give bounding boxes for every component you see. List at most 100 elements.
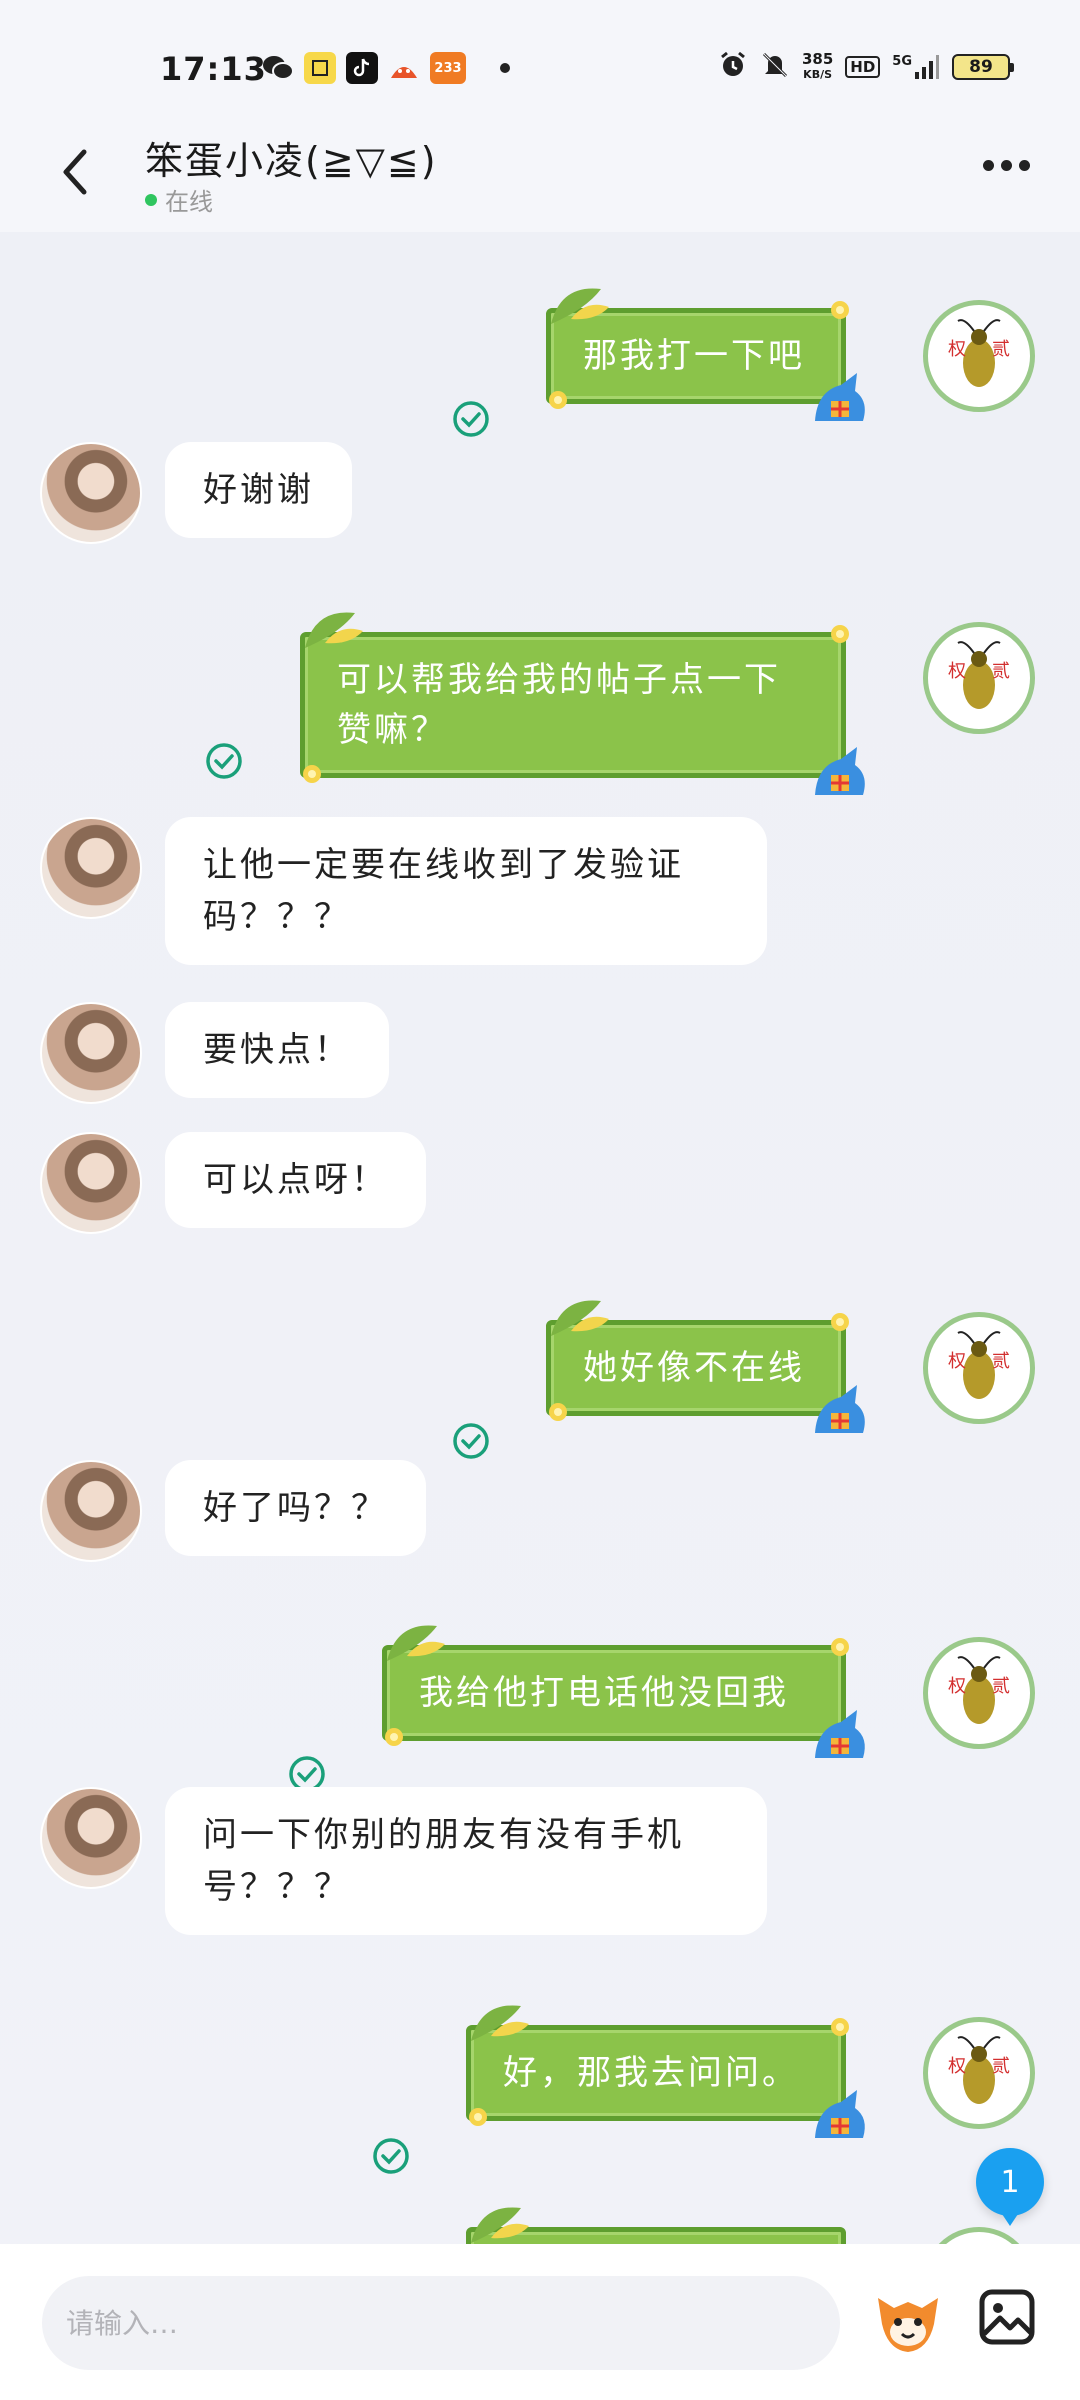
svg-text:贰: 贰 — [992, 1676, 1010, 1697]
beetle-avatar-icon: 权贰 — [948, 641, 1010, 709]
svg-text:权: 权 — [948, 339, 966, 360]
fox-emoji-icon — [878, 2298, 938, 2352]
back-button[interactable] — [50, 142, 100, 202]
message-row-outgoing: 可以帮我给我的帖子点一下赞嘛？ 权贰 — [0, 592, 1080, 795]
message-text: 她好像不在线 — [583, 1348, 805, 1388]
flower-icon — [549, 391, 567, 409]
beetle-avatar-icon: 权贰 — [948, 319, 1010, 387]
contact-avatar[interactable] — [40, 442, 142, 544]
online-dot — [145, 193, 157, 206]
network-speed: 385 KB/S — [802, 52, 833, 82]
notification-icons: 233 — [262, 52, 510, 84]
message-row-outgoing: 她好像不在线 权贰 — [0, 1272, 1080, 1459]
flower-icon — [469, 2108, 487, 2126]
my-avatar[interactable]: 权贰 — [923, 1312, 1035, 1424]
battery-indicator: 89 — [952, 54, 1014, 80]
message-row-incoming: 问一下你别的朋友有没有手机号？？？ — [0, 1787, 1080, 1947]
my-avatar[interactable]: 权贰 — [923, 622, 1035, 734]
alarm-icon — [718, 50, 748, 84]
fox-mascot-icon — [815, 1710, 865, 1758]
message-bubble-incoming[interactable]: 好了吗？？ — [165, 1460, 426, 1556]
contact-avatar[interactable] — [40, 1787, 142, 1889]
message-list[interactable]: 那我打一下吧 权贰 好谢谢 可以帮我给我的帖子点一下赞嘛？ 权贰 让他一定要在线… — [0, 232, 1080, 2244]
flower-icon — [831, 2018, 849, 2036]
message-text: 那我打一下吧 — [583, 336, 805, 376]
tiktok-icon — [346, 52, 378, 84]
message-row-outgoing: 好，那我去问问。 权贰 — [0, 1977, 1080, 2174]
message-text: 让他一定要在线收到了发验证码？？？ — [203, 845, 684, 937]
more-dot — [983, 160, 994, 171]
svg-text:贰: 贰 — [992, 1351, 1010, 1372]
svg-text:贰: 贰 — [992, 661, 1010, 682]
mute-icon — [760, 50, 790, 84]
message-bubble-outgoing-partial[interactable] — [466, 2207, 846, 2244]
read-check-icon — [453, 1423, 489, 1459]
hd-badge: HD — [845, 56, 881, 78]
chat-header: 笨蛋小凌(≧▽≦) 在线 — [0, 120, 1080, 232]
svg-text:权: 权 — [948, 661, 966, 682]
input-bar — [0, 2244, 1080, 2400]
reader-app-icon — [304, 52, 336, 84]
flower-icon — [831, 1313, 849, 1331]
contact-avatar[interactable] — [40, 1132, 142, 1234]
message-text: 可以帮我给我的帖子点一下赞嘛？ — [337, 660, 781, 750]
my-avatar[interactable]: 权贰 — [923, 1637, 1035, 1749]
message-row-incoming: 好了吗？？ — [0, 1460, 1080, 1570]
flower-icon — [831, 625, 849, 643]
message-row-incoming: 让他一定要在线收到了发验证码？？？ — [0, 817, 1080, 977]
message-bubble-incoming[interactable]: 让他一定要在线收到了发验证码？？？ — [165, 817, 767, 965]
more-dot — [1001, 160, 1012, 171]
message-bubble-incoming[interactable]: 要快点！ — [165, 1002, 389, 1098]
contact-avatar[interactable] — [40, 1002, 142, 1104]
my-avatar[interactable]: 权贰 — [923, 2017, 1035, 2129]
network-type: 5G — [892, 54, 912, 69]
message-row-outgoing: 那我打一下吧 权贰 — [0, 260, 1080, 437]
image-icon — [979, 2289, 1035, 2345]
svg-text:贰: 贰 — [992, 339, 1010, 360]
message-bubble-incoming[interactable]: 问一下你别的朋友有没有手机号？？？ — [165, 1787, 767, 1935]
status-time: 17:13 — [160, 50, 267, 88]
read-check-icon — [206, 743, 242, 779]
speed-value: 385 — [801, 50, 834, 68]
more-options-button[interactable] — [983, 160, 1030, 171]
message-row-outgoing-partial — [0, 2187, 1080, 2244]
message-bubble-incoming[interactable]: 好谢谢 — [165, 442, 352, 538]
fox-mascot-icon — [815, 2090, 865, 2138]
message-row-outgoing: 我给他打电话他没回我 权贰 — [0, 1597, 1080, 1792]
svg-text:贰: 贰 — [992, 2056, 1010, 2077]
message-bubble-outgoing[interactable]: 她好像不在线 — [546, 1300, 865, 1433]
status-bar: 17:13 233 385 KB/S HD 5G 89 — [0, 0, 1080, 120]
message-bubble-outgoing[interactable]: 那我打一下吧 — [546, 288, 865, 421]
my-avatar[interactable] — [923, 2227, 1035, 2244]
new-message-badge[interactable]: 1 — [976, 2148, 1044, 2226]
image-button[interactable] — [978, 2288, 1036, 2346]
fox-mascot-icon — [815, 1385, 865, 1433]
my-avatar[interactable]: 权贰 — [923, 300, 1035, 412]
fox-mascot-icon — [815, 747, 865, 795]
message-text: 好了吗？？ — [203, 1488, 388, 1528]
beetle-avatar-icon: 权贰 — [948, 1331, 1010, 1399]
contact-avatar[interactable] — [40, 1460, 142, 1562]
contact-avatar[interactable] — [40, 817, 142, 919]
system-icons: 385 KB/S HD 5G 89 — [718, 50, 1014, 84]
message-bubble-outgoing[interactable]: 我给他打电话他没回我 — [382, 1625, 865, 1758]
message-bubble-incoming[interactable]: 可以点呀！ — [165, 1132, 426, 1228]
flower-icon — [303, 765, 321, 783]
online-label: 在线 — [165, 188, 213, 216]
message-input[interactable] — [42, 2276, 840, 2370]
flower-icon — [385, 1728, 403, 1746]
message-text: 好谢谢 — [203, 470, 314, 510]
fox-mascot-icon — [815, 373, 865, 421]
leaf-decoration-icon — [551, 1300, 609, 1336]
message-bubble-outgoing[interactable]: 可以帮我给我的帖子点一下赞嘛？ — [300, 612, 865, 795]
message-row-incoming: 要快点！ — [0, 1002, 1080, 1112]
message-bubble-outgoing[interactable]: 好，那我去问问。 — [466, 2005, 865, 2138]
flower-icon — [549, 1403, 567, 1421]
flower-icon — [831, 1638, 849, 1656]
message-text: 问一下你别的朋友有没有手机号？？？ — [203, 1815, 684, 1907]
read-check-icon — [453, 401, 489, 437]
leaf-decoration-icon — [305, 612, 363, 648]
svg-text:权: 权 — [948, 1351, 966, 1372]
message-row-incoming: 好谢谢 — [0, 442, 1080, 572]
emoji-button[interactable] — [868, 2280, 948, 2360]
